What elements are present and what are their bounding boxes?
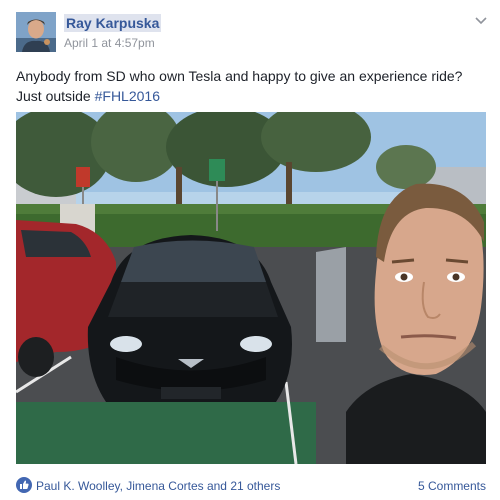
author-name-link[interactable]: Ray Karpuska [64,14,162,32]
post-footer: Paul K. Woolley, Jimena Cortes and 21 ot… [16,474,486,496]
post-body-text: Anybody from SD who own Tesla and happy … [16,66,486,106]
hashtag-link[interactable]: #FHL2016 [95,88,160,104]
reactions-link[interactable]: Paul K. Woolley, Jimena Cortes and 21 ot… [36,478,280,494]
post-timestamp[interactable]: April 1 at 4:57pm [64,36,155,50]
author-avatar[interactable] [16,12,56,52]
post-photo[interactable] [16,112,486,464]
chevron-down-icon[interactable] [474,14,488,26]
post-card: Ray Karpuska April 1 at 4:57pm Anybody f… [0,0,500,500]
comments-count-link[interactable]: 5 Comments [418,478,486,494]
post-text: Anybody from SD who own Tesla and happy … [16,68,463,104]
like-icon[interactable] [16,477,32,493]
